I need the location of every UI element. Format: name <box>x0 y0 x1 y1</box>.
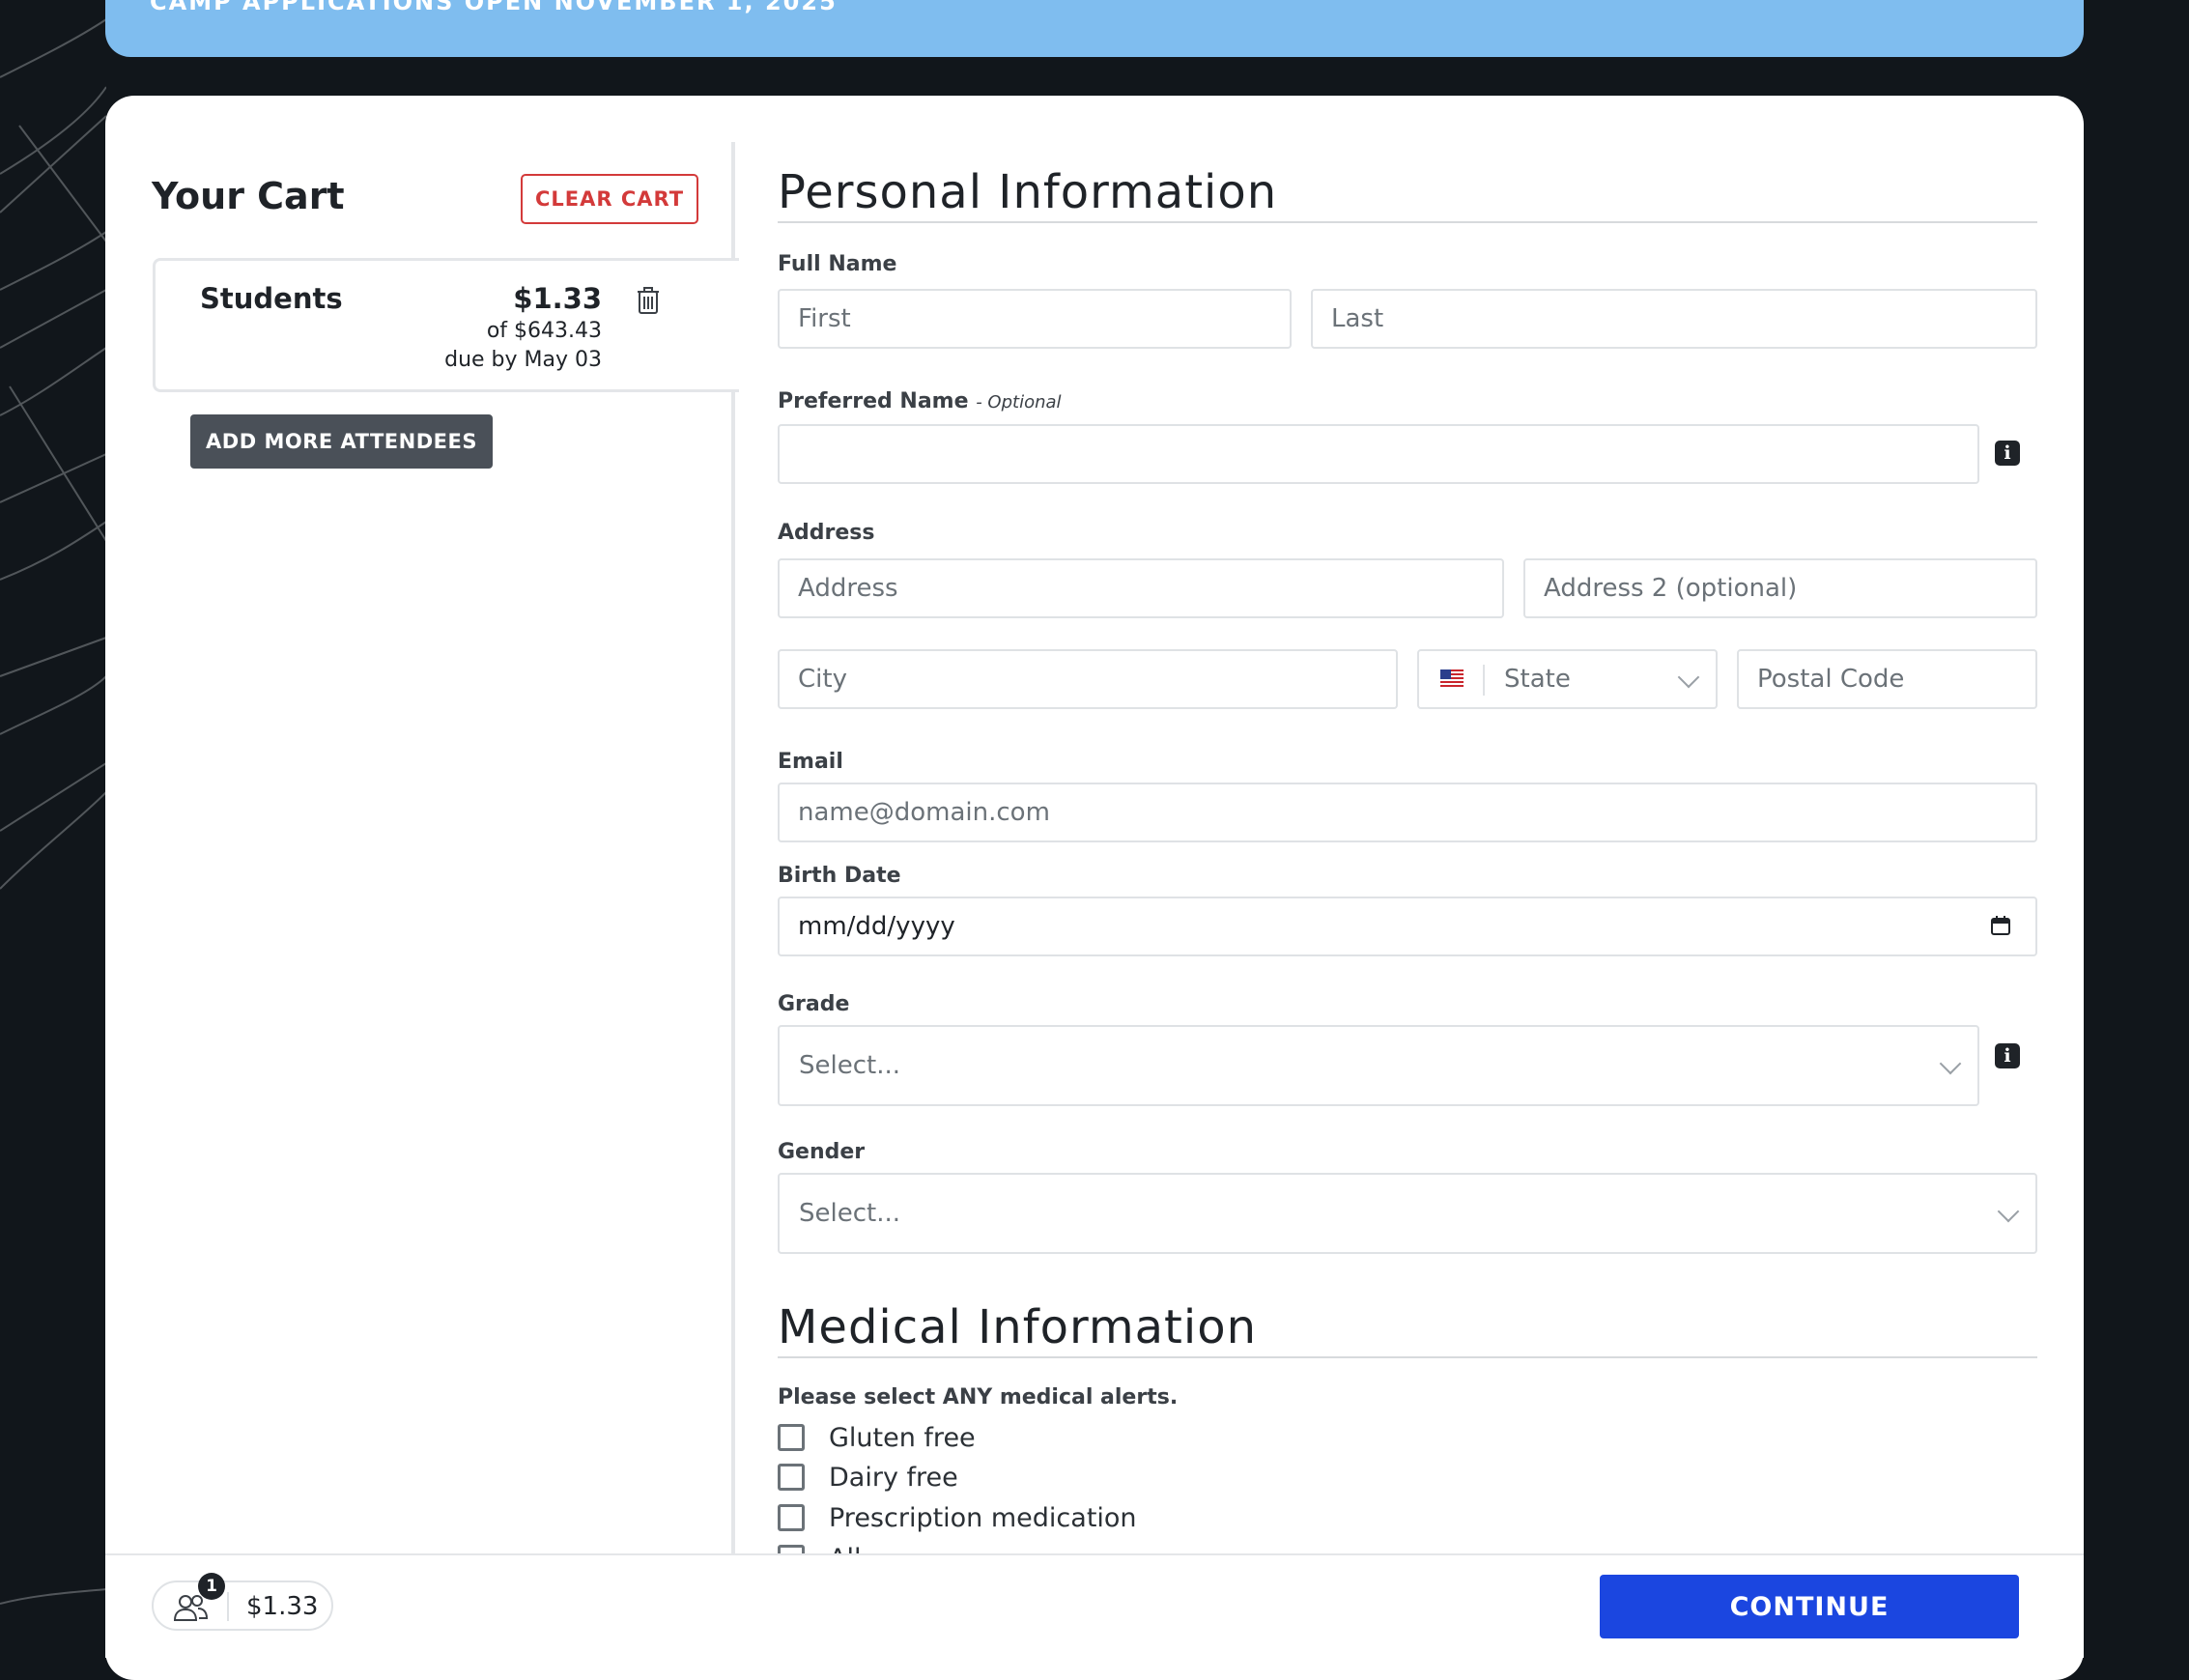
cart-item-name: Students <box>200 282 343 315</box>
city-field[interactable]: City <box>778 649 1398 709</box>
personal-info-title: Personal Information <box>778 165 1278 219</box>
info-icon[interactable]: i <box>1995 441 2020 466</box>
birth-date-value: mm/dd/yyyy <box>798 912 955 941</box>
banner-text: CAMP APPLICATIONS OPEN NOVEMBER 1, 2025 <box>150 0 838 15</box>
preferred-name-label: Preferred Name - Optional <box>778 389 1062 413</box>
first-name-field[interactable]: First <box>778 289 1292 349</box>
checkout-footer: 1 $1.33 CONTINUE <box>105 1553 2084 1658</box>
state-select[interactable]: State <box>1417 649 1718 709</box>
optional-hint: - Optional <box>976 392 1062 413</box>
chevron-down-icon <box>1997 1200 2020 1223</box>
birth-date-label: Birth Date <box>778 864 901 888</box>
registration-card: Your Cart CLEAR CART Students $1.33 of $… <box>105 96 2084 1680</box>
first-name-placeholder: First <box>798 304 851 333</box>
preferred-name-label-text: Preferred Name <box>778 389 969 413</box>
grade-select[interactable]: Select... <box>778 1025 1979 1106</box>
preferred-name-field[interactable] <box>778 424 1979 484</box>
add-more-attendees-button[interactable]: ADD MORE ATTENDEES <box>190 414 493 469</box>
medical-option-row[interactable]: Dairy free <box>778 1460 958 1495</box>
medical-info-title: Medical Information <box>778 1300 1257 1354</box>
continue-button[interactable]: CONTINUE <box>1600 1575 2019 1638</box>
address-field[interactable]: Address <box>778 558 1504 618</box>
address2-placeholder: Address 2 (optional) <box>1544 574 1798 603</box>
last-name-field[interactable]: Last <box>1311 289 2037 349</box>
last-name-placeholder: Last <box>1331 304 1384 333</box>
email-label: Email <box>778 750 843 774</box>
cart-item: Students $1.33 of $643.43 due by May 03 <box>153 258 739 392</box>
medical-option-label: Gluten free <box>829 1422 976 1453</box>
gender-select-value: Select... <box>799 1199 901 1228</box>
gluten-free-checkbox[interactable] <box>778 1424 805 1451</box>
us-flag-icon <box>1440 669 1464 687</box>
medical-alerts-prompt: Please select ANY medical alerts. <box>778 1385 1179 1409</box>
dairy-free-checkbox[interactable] <box>778 1464 805 1491</box>
cart-item-price: $1.33 <box>513 282 602 315</box>
address-label: Address <box>778 521 875 545</box>
medical-info-divider <box>778 1356 2037 1358</box>
grade-select-value: Select... <box>799 1051 901 1080</box>
cart-total: $1.33 <box>246 1592 319 1621</box>
address-placeholder: Address <box>798 574 898 603</box>
birth-date-field[interactable]: mm/dd/yyyy <box>778 897 2037 956</box>
pill-separator <box>227 1592 229 1621</box>
cart-summary-pill[interactable]: 1 $1.33 <box>152 1573 333 1631</box>
attendee-count-badge: 1 <box>198 1573 225 1600</box>
personal-info-divider <box>778 221 2037 223</box>
medical-option-row[interactable]: Prescription medication <box>778 1500 1137 1535</box>
postal-code-field[interactable]: Postal Code <box>1737 649 2037 709</box>
prescription-medication-checkbox[interactable] <box>778 1504 805 1531</box>
medical-option-label: Prescription medication <box>829 1502 1137 1533</box>
info-icon[interactable]: i <box>1995 1043 2020 1068</box>
address2-field[interactable]: Address 2 (optional) <box>1523 558 2037 618</box>
cart-item-due-date: due by May 03 <box>444 348 602 372</box>
background-scribble <box>0 18 106 1605</box>
grade-label: Grade <box>778 992 850 1016</box>
chevron-down-icon <box>1677 666 1700 689</box>
chevron-down-icon <box>1939 1052 1962 1075</box>
medical-option-row[interactable]: Gluten free <box>778 1420 976 1455</box>
announcement-banner: CAMP APPLICATIONS OPEN NOVEMBER 1, 2025 <box>105 0 2084 57</box>
full-name-label: Full Name <box>778 252 897 276</box>
gender-select[interactable]: Select... <box>778 1173 2037 1254</box>
cart-item-total: of $643.43 <box>486 319 602 343</box>
postal-code-placeholder: Postal Code <box>1757 665 1905 694</box>
state-separator <box>1483 665 1485 696</box>
cart-title: Your Cart <box>152 175 345 217</box>
state-placeholder: State <box>1504 665 1571 694</box>
calendar-icon[interactable] <box>1989 914 2012 937</box>
email-placeholder: name@domain.com <box>798 798 1050 827</box>
email-field[interactable]: name@domain.com <box>778 783 2037 842</box>
gender-label: Gender <box>778 1140 866 1164</box>
medical-option-label: Dairy free <box>829 1462 958 1493</box>
clear-cart-button[interactable]: CLEAR CART <box>521 174 698 224</box>
city-placeholder: City <box>798 665 847 694</box>
trash-icon[interactable] <box>635 286 662 315</box>
